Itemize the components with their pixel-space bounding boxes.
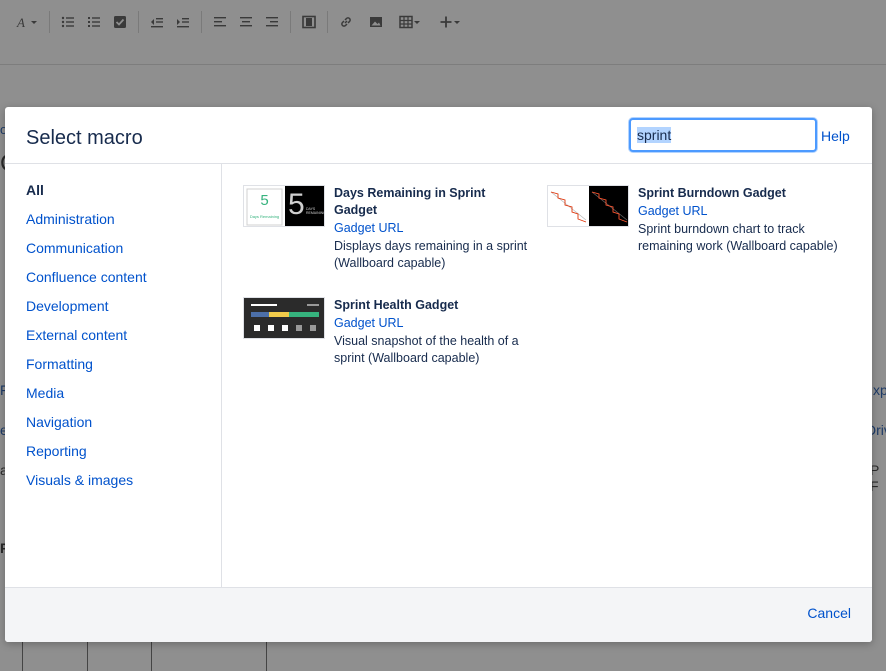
- days-remaining-number-light: 5: [260, 192, 269, 209]
- category-all[interactable]: All: [26, 182, 44, 198]
- search-input-value: sprint: [637, 127, 672, 143]
- macro-name[interactable]: Sprint Health Gadget: [334, 297, 529, 314]
- category-navigation[interactable]: Navigation: [26, 414, 92, 430]
- category-external-content[interactable]: External content: [26, 327, 127, 343]
- burndown-thumbnail: [547, 185, 629, 227]
- macro-link[interactable]: Gadget URL: [638, 204, 707, 218]
- dialog-title: Select macro: [26, 127, 143, 149]
- background-text-fragment: P F: [870, 462, 880, 494]
- editor-toolbar: A: [0, 0, 886, 44]
- category-development[interactable]: Development: [26, 298, 109, 314]
- macro-description: Displays days remaining in a sprint (Wal…: [334, 239, 528, 270]
- toolbar-divider: [0, 64, 886, 65]
- link-icon[interactable]: [333, 9, 359, 35]
- bullet-list-icon[interactable]: [55, 9, 81, 35]
- align-right-icon[interactable]: [259, 9, 285, 35]
- indent-icon[interactable]: [170, 9, 196, 35]
- task-list-icon[interactable]: [107, 9, 133, 35]
- category-formatting[interactable]: Formatting: [26, 356, 93, 372]
- macro-link[interactable]: Gadget URL: [334, 316, 403, 330]
- macro-days-remaining[interactable]: 5 Days Remaining 5 DAYS REMAINING Days R…: [243, 185, 533, 285]
- cancel-button[interactable]: Cancel: [807, 605, 851, 621]
- category-media[interactable]: Media: [26, 385, 64, 401]
- days-remaining-thumbnail: 5 Days Remaining 5 DAYS REMAINING: [243, 185, 325, 227]
- sprint-health-thumbnail: [243, 297, 325, 339]
- align-left-icon[interactable]: [207, 9, 233, 35]
- align-center-icon[interactable]: [233, 9, 259, 35]
- numbered-list-icon[interactable]: [81, 9, 107, 35]
- category-confluence-content[interactable]: Confluence content: [26, 269, 147, 285]
- category-sidebar: All Administration Communication Conflue…: [5, 164, 222, 587]
- insert-more-icon[interactable]: [433, 9, 467, 35]
- days-remaining-caption-dark: DAYS REMAINING: [306, 207, 325, 215]
- macro-name[interactable]: Days Remaining in Sprint Gadget: [334, 185, 529, 219]
- category-administration[interactable]: Administration: [26, 211, 115, 227]
- outdent-icon[interactable]: [144, 9, 170, 35]
- dialog-header: Select macro sprint Help: [5, 107, 872, 164]
- page-layout-icon[interactable]: [296, 9, 322, 35]
- category-communication[interactable]: Communication: [26, 240, 123, 256]
- table-icon[interactable]: [393, 9, 427, 35]
- svg-text:A: A: [16, 15, 25, 29]
- macro-description: Visual snapshot of the health of a sprin…: [334, 334, 519, 365]
- text-style-icon[interactable]: A: [10, 9, 44, 35]
- macro-sprint-burndown[interactable]: Sprint Burndown Gadget Gadget URL Sprint…: [547, 185, 838, 285]
- macro-description: Sprint burndown chart to track remaining…: [638, 222, 838, 253]
- macro-search-input[interactable]: sprint: [629, 118, 817, 152]
- category-visuals-images[interactable]: Visuals & images: [26, 472, 133, 488]
- background-table: [22, 640, 267, 671]
- macro-link[interactable]: Gadget URL: [334, 221, 403, 235]
- dialog-footer: Cancel: [5, 587, 872, 642]
- background-text-fragment: xp: [873, 382, 886, 398]
- days-remaining-caption-light: Days Remaining: [249, 214, 280, 219]
- days-remaining-number-dark: 5: [288, 188, 305, 221]
- help-link[interactable]: Help: [821, 128, 850, 144]
- category-reporting[interactable]: Reporting: [26, 443, 87, 459]
- select-macro-dialog: Select macro sprint Help All Administrat…: [5, 107, 872, 642]
- macro-sprint-health[interactable]: Sprint Health Gadget Gadget URL Visual s…: [243, 297, 533, 397]
- image-icon[interactable]: [359, 9, 393, 35]
- macro-name[interactable]: Sprint Burndown Gadget: [638, 185, 833, 202]
